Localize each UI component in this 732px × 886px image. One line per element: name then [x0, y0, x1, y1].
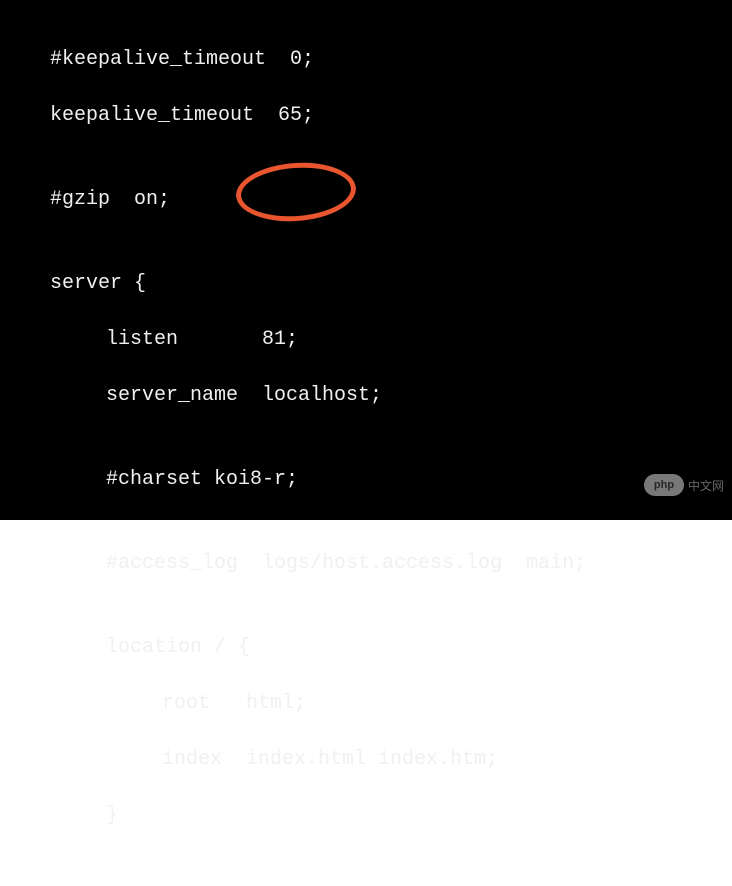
watermark-logo-icon: php	[644, 474, 684, 496]
code-line: #access_log logs/host.access.log main;	[50, 550, 732, 578]
code-line: index index.html index.htm;	[50, 746, 732, 774]
nginx-config-code: #keepalive_timeout 0; keepalive_timeout …	[50, 18, 732, 886]
code-line: server_name localhost;	[50, 382, 732, 410]
code-line: #gzip on;	[50, 186, 732, 214]
code-line: }	[50, 802, 732, 830]
code-line: root html;	[50, 690, 732, 718]
code-line: #charset koi8-r;	[50, 466, 732, 494]
code-line-listen: listen 81;	[50, 326, 732, 354]
terminal-window: #keepalive_timeout 0; keepalive_timeout …	[0, 0, 732, 520]
code-line: #keepalive_timeout 0;	[50, 46, 732, 74]
code-line: server {	[50, 270, 732, 298]
code-line: keepalive_timeout 65;	[50, 102, 732, 130]
code-line: location / {	[50, 634, 732, 662]
watermark: php 中文网	[644, 474, 724, 496]
watermark-site-text: 中文网	[688, 477, 724, 494]
